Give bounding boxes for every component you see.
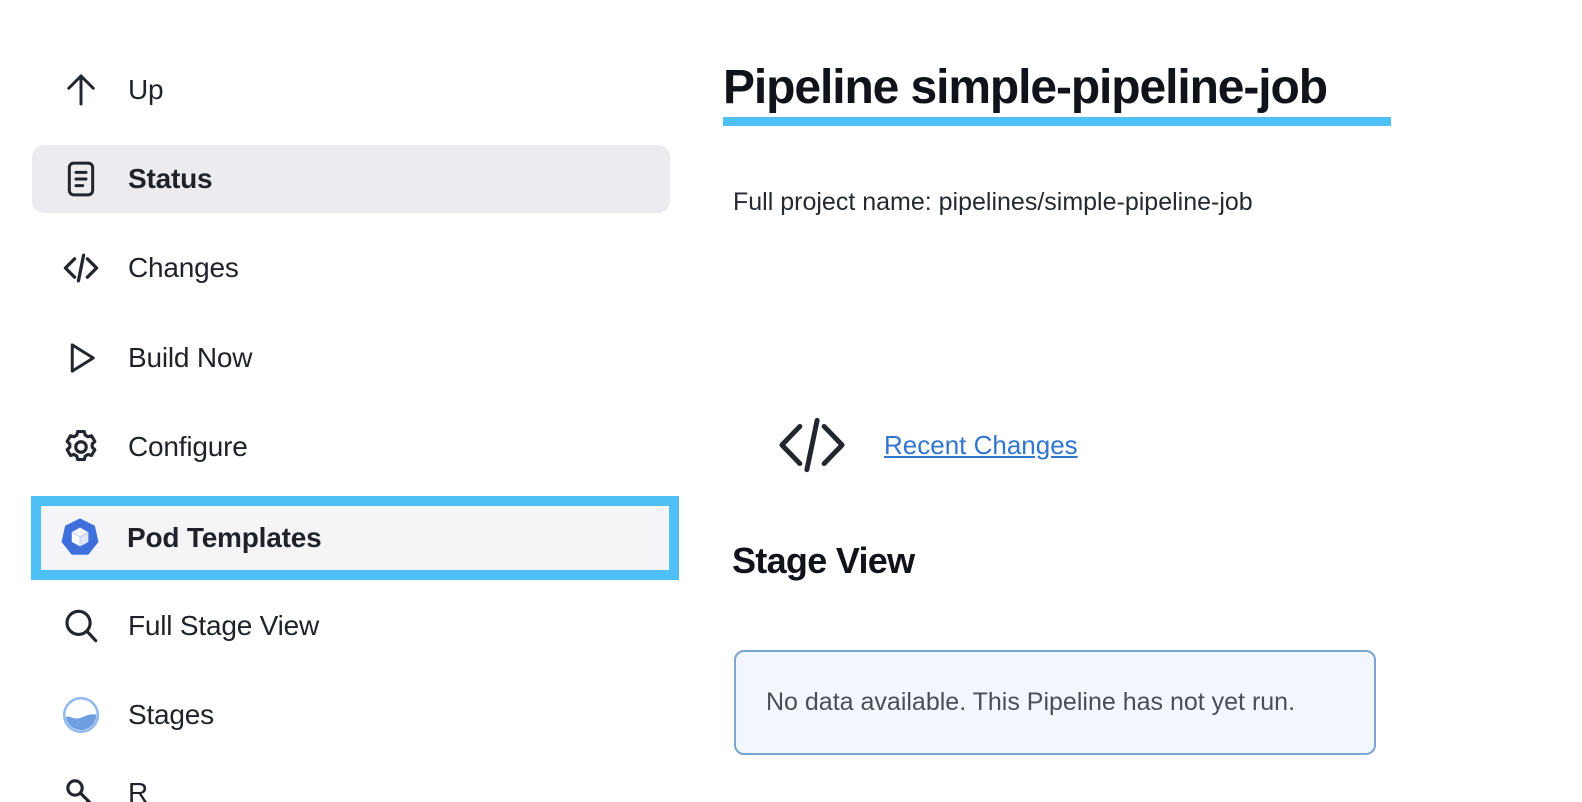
- magnifier-icon: [58, 603, 104, 649]
- key-icon: [58, 770, 104, 802]
- sidebar-item-label: Up: [128, 74, 164, 105]
- code-brackets-icon: [58, 245, 104, 291]
- full-project-name: Full project name: pipelines/simple-pipe…: [733, 188, 1253, 216]
- code-brackets-icon: [768, 410, 856, 480]
- sidebar: Up Status Changes Build Now Configure Po…: [0, 0, 700, 802]
- sidebar-item-partial-label: R: [128, 777, 149, 802]
- sidebar-item-label: Changes: [128, 252, 239, 283]
- main-content: Pipeline simple-pipeline-job Full projec…: [700, 0, 1582, 802]
- sidebar-item-configure[interactable]: Configure: [32, 413, 670, 481]
- gear-icon: [58, 424, 104, 470]
- page-root: Up Status Changes Build Now Configure Po…: [0, 0, 1582, 802]
- stage-view-empty-box: No data available. This Pipeline has not…: [734, 650, 1376, 755]
- play-triangle-icon: [58, 335, 104, 381]
- sidebar-item-label: Configure: [128, 431, 248, 462]
- stage-view-heading: Stage View: [732, 540, 915, 581]
- sidebar-item-full-stage-view[interactable]: Full Stage View: [32, 592, 670, 660]
- sidebar-item-build-now[interactable]: Build Now: [32, 324, 670, 392]
- sidebar-item-label: Stages: [128, 699, 214, 730]
- arrow-up-icon: [58, 67, 104, 113]
- page-title-wrap: Pipeline simple-pipeline-job: [723, 60, 1391, 127]
- recent-changes-link[interactable]: Recent Changes: [884, 430, 1078, 461]
- page-title: Pipeline simple-pipeline-job: [723, 61, 1328, 114]
- sidebar-item-stages[interactable]: Stages: [32, 681, 670, 749]
- page-title-underline: [723, 117, 1391, 127]
- sidebar-item-partial[interactable]: R: [32, 770, 670, 802]
- stage-view-empty-message: No data available. This Pipeline has not…: [766, 688, 1296, 716]
- sidebar-item-status[interactable]: Status: [32, 145, 670, 213]
- blue-wave-circle-icon: [58, 692, 104, 738]
- sidebar-item-label: Pod Templates: [127, 522, 322, 553]
- sidebar-item-up[interactable]: Up: [32, 56, 670, 124]
- sidebar-item-label: Status: [128, 163, 213, 194]
- sidebar-item-label: Build Now: [128, 342, 253, 373]
- kubernetes-icon: [57, 515, 103, 561]
- recent-changes-row[interactable]: Recent Changes: [768, 410, 1078, 480]
- sidebar-item-pod-templates[interactable]: Pod Templates: [31, 496, 679, 580]
- document-icon: [58, 156, 104, 202]
- sidebar-item-label: Full Stage View: [128, 610, 320, 641]
- sidebar-item-changes[interactable]: Changes: [32, 234, 670, 302]
